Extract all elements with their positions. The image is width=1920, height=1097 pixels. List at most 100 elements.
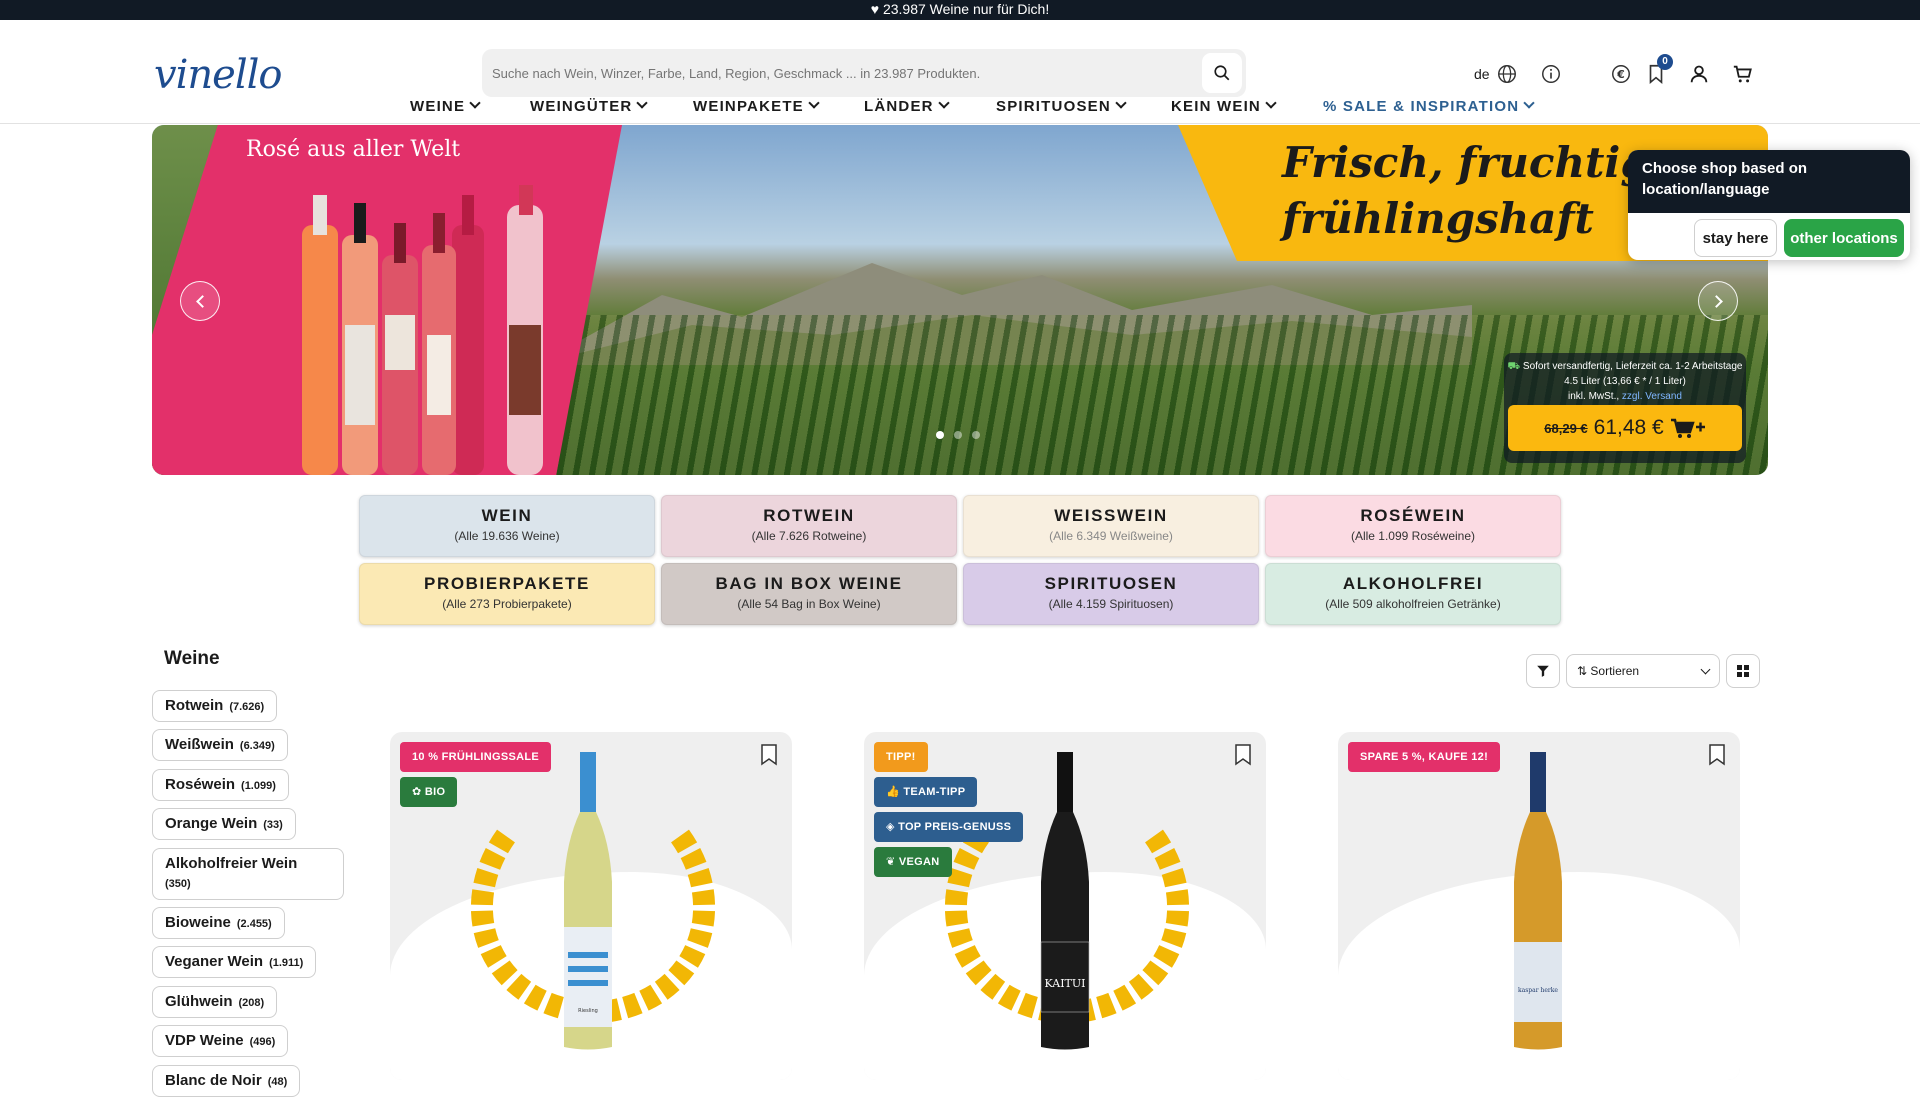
category-rosewein[interactable]: ROSÉWEIN (Alle 1.099 Roséweine) [1265,495,1561,557]
cart-plus-icon [1670,418,1705,438]
sidebar-item-rotwein[interactable]: Rotwein (7.626) [152,690,278,722]
svg-text:kaspar herke: kaspar herke [1518,987,1558,994]
category-alkoholfrei[interactable]: ALKOHOLFREI (Alle 509 alkoholfreien Geträ… [1265,563,1561,625]
nav-item-kein-wein[interactable]: KEIN WEIN [1171,94,1277,120]
nav-item-laender[interactable]: LÄNDER [864,94,950,120]
cart-button[interactable] [1732,62,1754,86]
category-wein[interactable]: WEIN (Alle 19.636 Weine) [359,495,655,557]
product-badge-vegan: ❦ VEGAN [874,847,952,877]
nav-item-weingueter[interactable]: WEINGÜTER [530,94,649,120]
svg-text:KAITUI: KAITUI [1044,977,1085,990]
chevron-down-icon [469,97,481,109]
cart-icon [1733,65,1752,83]
leaf-icon: ✿ [412,786,425,798]
tax-info: inkl. MwSt., zzgl. Versand [1568,391,1682,402]
sidebar-item-vdp-weine[interactable]: VDP Weine (496) [152,1025,289,1057]
tag-icon: ◈ [886,821,899,833]
stay-here-button[interactable]: stay here [1694,219,1777,257]
language-code: de [1474,66,1490,82]
hero-prev-button[interactable] [180,281,220,321]
product-badge-team-tipp: 👍 TEAM-TIPP [874,777,978,807]
currency-button[interactable]: € [1610,62,1632,86]
shipping-info: ⛟ Sofort versandfertig, Lieferzeit ca. 1… [1507,361,1743,372]
nav-item-spirituosen[interactable]: SPIRITUOSEN [996,94,1127,120]
product-card[interactable]: kaspar herke SPARE 5 %, KAUFE 12! [1338,732,1740,1080]
location-popup: Choose shop based on location/language s… [1628,150,1910,260]
chevron-down-icon [1523,97,1535,109]
sidebar-item-veganer-wein[interactable]: Veganer Wein (1.911) [152,946,317,978]
wishlist-count-badge: 0 [1657,54,1673,70]
hero-buy-box: ⛟ Sofort versandfertig, Lieferzeit ca. 1… [1504,353,1746,463]
chevron-down-icon [938,97,950,109]
hero-pagination [936,431,980,439]
user-icon [1690,65,1708,83]
other-locations-button[interactable]: other locations [1784,219,1904,257]
product-card[interactable]: Riesling 10 % FRÜHLINGSSALE ✿ BIO [390,732,792,1080]
search-input[interactable] [482,49,1182,97]
hero-title-left: Rosé aus aller Welt [246,137,461,162]
shipping-link[interactable]: zzgl. Versand [1622,391,1682,402]
sidebar-item-gluehwein[interactable]: Glühwein (208) [152,986,278,1018]
logo[interactable]: vinello [154,52,282,98]
info-button[interactable] [1540,62,1562,86]
new-price: 61,48 € [1593,416,1664,439]
sort-select[interactable]: ⇅ Sortieren [1566,654,1720,688]
main-nav: WEINE WEINGÜTER WEINPAKETE LÄNDER SPIRIT… [0,94,1920,124]
grid-icon [1737,665,1749,677]
hero-dot-2[interactable] [954,431,962,439]
hero-banner[interactable]: Rosé aus aller Welt Frisch, fruchtig, fr… [152,125,1768,475]
chevron-down-icon [808,97,820,109]
search-button[interactable] [1202,53,1242,93]
chevron-left-icon [195,294,209,308]
sidebar-item-weisswein[interactable]: Weißwein (6.349) [152,729,288,761]
product-card[interactable]: KAITUI TIPP! 👍 TEAM-TIPP ◈ TOP PREIS-GEN… [864,732,1266,1080]
wishlist-button[interactable]: 0 [1645,54,1673,86]
language-switch[interactable]: de [1474,62,1518,86]
chevron-down-icon [636,97,649,109]
hero-title-right: Frisch, fruchtig, frühlingshaft [1282,138,1665,243]
bookmark-icon[interactable] [1234,744,1252,766]
chevron-down-icon [1265,97,1277,109]
category-probierpakete[interactable]: PROBIERPAKETE (Alle 273 Probierpakete) [359,563,655,625]
product-badge-tipp: TIPP! [874,742,928,772]
filter-button[interactable] [1526,654,1560,688]
sidebar-item-bioweine[interactable]: Bioweine (2.455) [152,907,285,939]
hero-dot-3[interactable] [972,431,980,439]
header: vinello de € 0 WEINE WEINGÜTER WEINPAKET… [0,20,1920,124]
category-rotwein[interactable]: ROTWEIN (Alle 7.626 Rotweine) [661,495,957,557]
product-badge-bio: ✿ BIO [400,777,458,807]
sidebar-title: Weine [164,648,220,669]
bookmark-icon[interactable] [760,744,778,766]
wine-bottle-image: kaspar herke [1514,752,1562,1050]
globe-icon [1497,65,1516,83]
thumbs-up-icon: 👍 [886,786,904,798]
sidebar-item-orange-wein[interactable]: Orange Wein (33) [152,808,296,840]
euro-icon: € [1612,65,1630,83]
add-to-cart-button[interactable]: 68,29 € 61,48 € [1508,405,1742,451]
product-badge-spare: SPARE 5 %, KAUFE 12! [1348,742,1501,772]
search-bar [482,49,1246,97]
sidebar-item-rosewein[interactable]: Roséwein (1.099) [152,769,289,801]
svg-text:Riesling: Riesling [578,1008,598,1014]
search-icon [1214,65,1230,81]
hero-next-button[interactable] [1698,281,1738,321]
old-price: 68,29 € [1544,420,1588,436]
promo-bar: ♥ 23.987 Weine nur für Dich! [0,0,1920,20]
sidebar-item-alkoholfreier-wein[interactable]: Alkoholfreier Wein (350) [152,848,344,900]
sidebar-item-blanc-de-noir[interactable]: Blanc de Noir (48) [152,1065,301,1097]
category-spirituosen[interactable]: SPIRITUOSEN (Alle 4.159 Spirituosen) [963,563,1259,625]
chevron-down-icon [1700,664,1711,674]
bookmark-icon[interactable] [1708,744,1726,766]
sort-icon: ⇅ [1577,664,1588,678]
nav-item-sale[interactable]: % SALE & INSPIRATION [1323,94,1535,120]
grid-view-button[interactable] [1726,654,1760,688]
rose-bottles-image [302,185,543,475]
category-weisswein[interactable]: WEISSWEIN (Alle 6.349 Weißweine) [963,495,1259,557]
nav-item-weine[interactable]: WEINE [410,94,481,120]
nav-item-weinpakete[interactable]: WEINPAKETE [693,94,820,120]
account-button[interactable] [1688,62,1710,86]
hero-dot-1[interactable] [936,431,944,439]
category-bag-in-box[interactable]: BAG IN BOX WEINE (Alle 54 Bag in Box Wein… [661,563,957,625]
chevron-right-icon [1709,294,1723,308]
svg-text:€: € [1616,68,1625,81]
